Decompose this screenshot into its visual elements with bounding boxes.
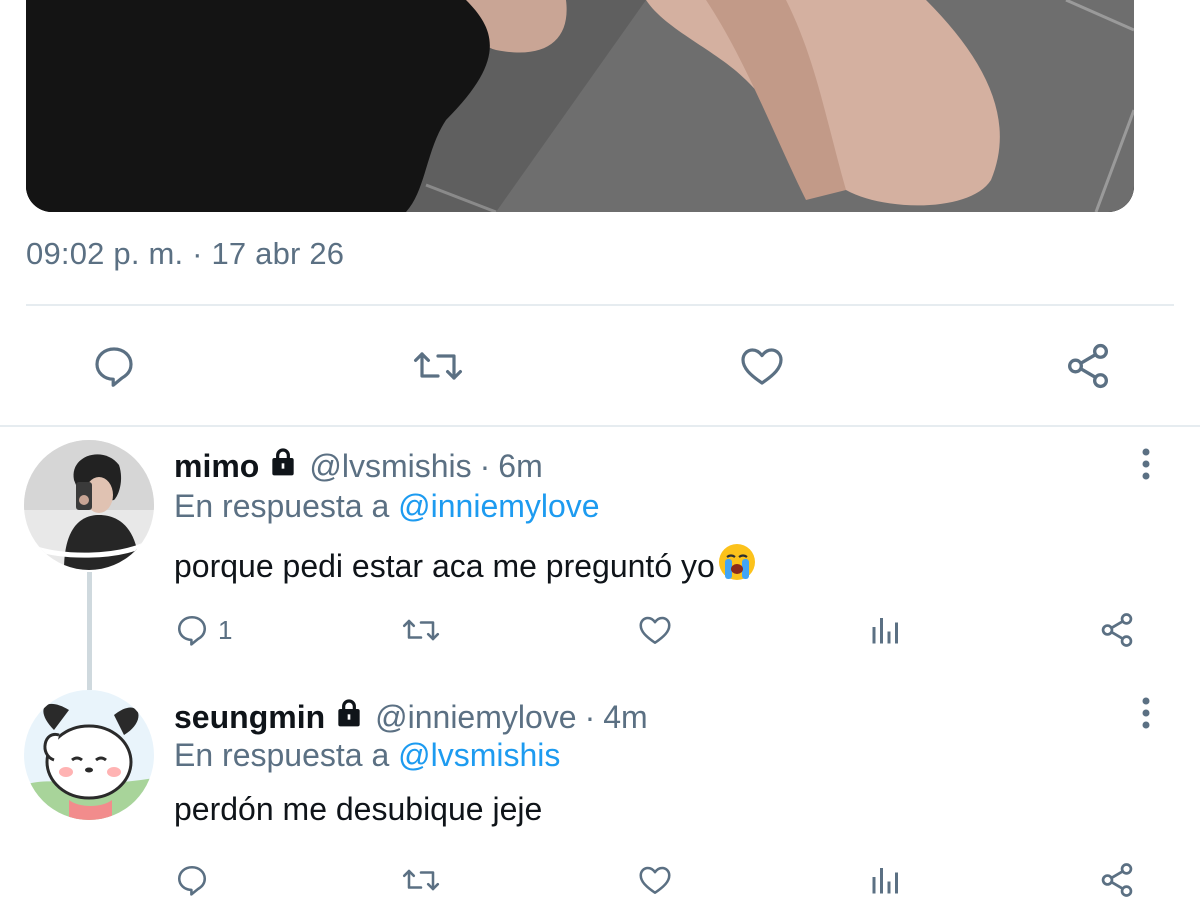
tweet-timestamp[interactable]: 09:02 p. m. · 17 abr 26 xyxy=(26,236,344,272)
retweet-icon xyxy=(402,619,440,641)
separator-dot: · xyxy=(584,698,596,735)
like-button[interactable] xyxy=(636,855,674,905)
share-icon xyxy=(1068,343,1108,389)
reply-icon xyxy=(95,347,133,387)
like-icon xyxy=(639,616,671,645)
share-button[interactable] xyxy=(1098,855,1136,905)
like-icon xyxy=(741,348,783,385)
reply-button[interactable] xyxy=(174,855,218,905)
user-handle[interactable]: @lvsmishis xyxy=(309,448,471,485)
display-name[interactable]: seungmin xyxy=(174,699,325,736)
display-name[interactable]: mimo xyxy=(174,448,259,485)
like-icon xyxy=(639,866,671,895)
lock-icon xyxy=(267,446,299,486)
like-button[interactable] xyxy=(732,336,792,396)
in-reply-to: En respuesta a @lvsmishis xyxy=(174,737,560,774)
reply-header: mimo @lvsmishis · 6m xyxy=(174,446,543,486)
reply-icon xyxy=(177,615,207,646)
share-icon xyxy=(1101,613,1133,647)
share-icon xyxy=(1101,863,1133,897)
analytics-button[interactable] xyxy=(868,855,904,905)
reply-time[interactable]: 6m xyxy=(498,448,542,485)
more-options-icon[interactable] xyxy=(1134,694,1158,734)
like-button[interactable] xyxy=(636,605,674,655)
tweet-action-bar xyxy=(0,336,1200,396)
more-options-icon[interactable] xyxy=(1134,445,1158,485)
in-reply-prefix: En respuesta a xyxy=(174,737,390,773)
in-reply-prefix: En respuesta a xyxy=(174,488,390,524)
retweet-button[interactable] xyxy=(400,855,442,905)
avatar-mimo[interactable] xyxy=(24,440,154,570)
divider xyxy=(0,425,1200,427)
analytics-button[interactable] xyxy=(868,605,904,655)
reply-body: porque pedi estar aca me preguntó yo xyxy=(174,547,715,584)
retweet-button[interactable] xyxy=(406,336,470,396)
reply-action-bar xyxy=(0,855,1200,905)
avatar-seungmin[interactable] xyxy=(24,690,154,820)
share-button[interactable] xyxy=(1098,605,1136,655)
reply-text: perdón me desubique jeje xyxy=(174,791,542,828)
reply-button[interactable]: 1 xyxy=(174,605,232,655)
analytics-icon xyxy=(872,618,898,644)
retweet-button[interactable] xyxy=(400,605,442,655)
reply-action-bar: 1 xyxy=(0,605,1200,655)
reply-header: seungmin @inniemylove · 4m xyxy=(174,697,648,737)
in-reply-to: En respuesta a @inniemylove xyxy=(174,488,600,525)
reply-body: perdón me desubique jeje xyxy=(174,791,543,827)
reply-time[interactable]: 4m xyxy=(603,699,647,736)
mention-link[interactable]: @inniemylove xyxy=(398,488,599,524)
retweet-icon xyxy=(414,352,462,380)
reply-text: porque pedi estar aca me preguntó yo xyxy=(174,542,757,590)
loudly-crying-face-emoji-icon xyxy=(717,542,757,590)
share-button[interactable] xyxy=(1058,336,1118,396)
user-handle[interactable]: @inniemylove xyxy=(375,699,576,736)
lock-icon xyxy=(333,697,365,737)
mention-link[interactable]: @lvsmishis xyxy=(398,737,560,773)
reply-count: 1 xyxy=(218,614,233,645)
analytics-icon xyxy=(872,868,898,894)
reply-icon xyxy=(177,865,207,896)
divider xyxy=(26,304,1174,306)
reply-button[interactable] xyxy=(84,336,144,396)
tweet-media-image[interactable] xyxy=(26,0,1134,212)
retweet-icon xyxy=(402,869,440,891)
separator-dot: · xyxy=(479,447,491,484)
